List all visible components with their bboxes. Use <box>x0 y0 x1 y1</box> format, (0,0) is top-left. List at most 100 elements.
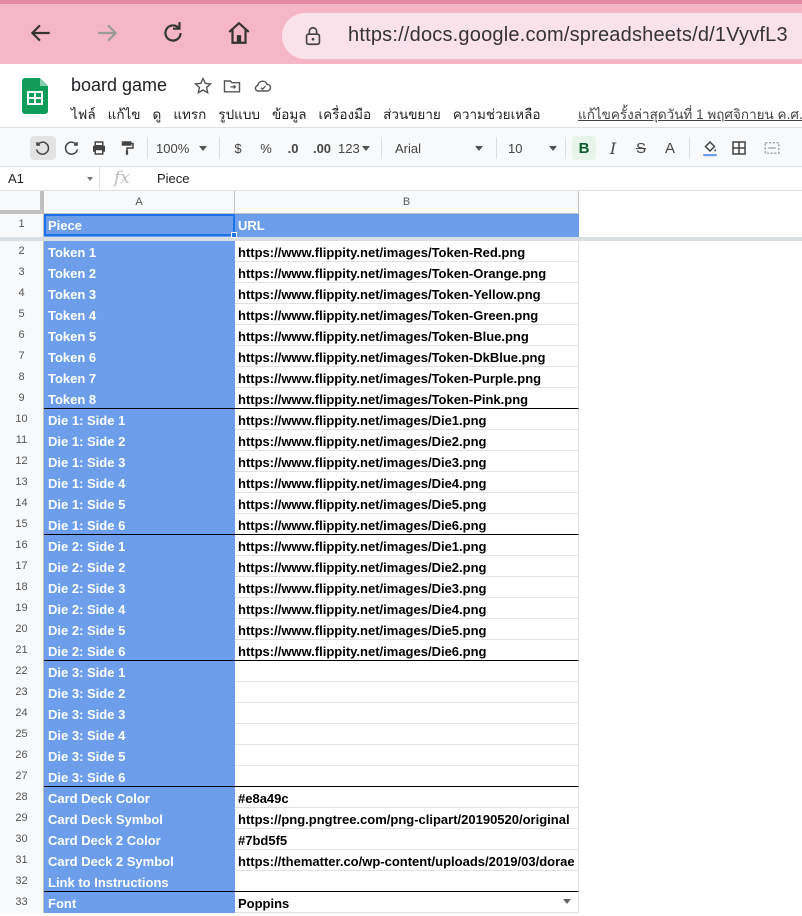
strikethrough-button[interactable]: S <box>630 136 652 160</box>
paint-format-icon[interactable] <box>114 136 140 160</box>
cell-piece[interactable]: Die 3: Side 6 <box>44 766 235 787</box>
cell-piece[interactable]: Die 3: Side 5 <box>44 745 235 766</box>
font-select[interactable]: Arial <box>395 136 485 160</box>
cell-piece[interactable]: Die 3: Side 3 <box>44 703 235 724</box>
row-number[interactable]: 24 <box>0 703 44 724</box>
decrease-decimal-button[interactable]: .0 <box>282 136 304 160</box>
star-icon[interactable] <box>193 76 213 96</box>
cell-url[interactable]: https://www.flippity.net/images/Token-Gr… <box>235 304 579 325</box>
cell-url[interactable]: https://www.flippity.net/images/Token-Re… <box>235 241 579 262</box>
cell-piece[interactable]: Die 2: Side 1 <box>44 535 235 556</box>
row-number[interactable]: 33 <box>0 892 44 913</box>
name-box[interactable]: A1 <box>0 167 100 191</box>
row-number[interactable]: 1 <box>0 214 44 237</box>
italic-button[interactable]: I <box>602 136 624 160</box>
cell-url[interactable] <box>235 703 579 724</box>
document-title[interactable]: board game <box>71 75 167 96</box>
cell-url[interactable]: https://www.flippity.net/images/Token-Dk… <box>235 346 579 367</box>
row-number[interactable]: 13 <box>0 472 44 493</box>
address-bar[interactable]: https://docs.google.com/spreadsheets/d/1… <box>282 13 802 59</box>
row-number[interactable]: 21 <box>0 640 44 661</box>
menu-view[interactable]: ดู <box>153 107 162 122</box>
cell-piece[interactable]: Die 1: Side 5 <box>44 493 235 514</box>
row-number[interactable]: 23 <box>0 682 44 703</box>
cell-piece[interactable]: Token 3 <box>44 283 235 304</box>
cell-url[interactable]: https://www.flippity.net/images/Die2.png <box>235 556 579 577</box>
cell-piece[interactable]: Card Deck 2 Symbol <box>44 850 235 871</box>
row-number[interactable]: 20 <box>0 619 44 640</box>
row-number[interactable]: 12 <box>0 451 44 472</box>
cell-piece[interactable]: Token 7 <box>44 367 235 388</box>
row-number[interactable]: 5 <box>0 304 44 325</box>
cell-piece[interactable]: Die 3: Side 2 <box>44 682 235 703</box>
font-size-select[interactable]: 10 <box>508 136 558 160</box>
row-number[interactable]: 8 <box>0 367 44 388</box>
cell-piece[interactable]: Link to Instructions <box>44 871 235 892</box>
formula-input[interactable]: Piece <box>157 171 190 186</box>
borders-icon[interactable] <box>728 136 750 160</box>
cell-url[interactable] <box>235 766 579 787</box>
print-icon[interactable] <box>86 136 112 160</box>
cell-piece[interactable]: Die 1: Side 4 <box>44 472 235 493</box>
cell-piece[interactable]: Die 1: Side 3 <box>44 451 235 472</box>
cell-url[interactable] <box>235 745 579 766</box>
cell-piece[interactable]: Card Deck Symbol <box>44 808 235 829</box>
cloud-status-icon[interactable] <box>253 76 273 96</box>
row-number[interactable]: 25 <box>0 724 44 745</box>
row-number[interactable]: 32 <box>0 871 44 892</box>
percent-format-button[interactable]: % <box>258 136 274 160</box>
row-number[interactable]: 10 <box>0 409 44 430</box>
column-header-b[interactable]: B <box>235 191 579 214</box>
currency-format-button[interactable]: $ <box>230 136 246 160</box>
home-icon[interactable] <box>224 18 254 48</box>
cell-piece[interactable]: Font <box>44 892 235 913</box>
cell-piece[interactable]: Die 2: Side 3 <box>44 577 235 598</box>
cell-url[interactable]: URL <box>235 214 579 237</box>
row-number[interactable]: 4 <box>0 283 44 304</box>
cell-piece[interactable]: Die 2: Side 5 <box>44 619 235 640</box>
cell-url[interactable]: https://www.flippity.net/images/Die6.png <box>235 640 579 661</box>
reload-icon[interactable] <box>158 18 188 48</box>
row-number[interactable]: 2 <box>0 241 44 262</box>
menu-file[interactable]: ไฟล์ <box>71 107 96 122</box>
cell-piece[interactable]: Die 1: Side 2 <box>44 430 235 451</box>
cell-url[interactable]: #7bd5f5 <box>235 829 579 850</box>
cell-piece[interactable]: Die 3: Side 1 <box>44 661 235 682</box>
row-number[interactable]: 19 <box>0 598 44 619</box>
cell-url[interactable]: https://www.flippity.net/images/Die3.png <box>235 451 579 472</box>
row-number[interactable]: 26 <box>0 745 44 766</box>
zoom-select[interactable]: 100% <box>156 136 212 160</box>
cell-url[interactable] <box>235 661 579 682</box>
row-number[interactable]: 7 <box>0 346 44 367</box>
cell-url[interactable] <box>235 871 579 892</box>
cell-piece[interactable]: Die 1: Side 1 <box>44 409 235 430</box>
cell-piece[interactable]: Die 3: Side 4 <box>44 724 235 745</box>
row-number[interactable]: 29 <box>0 808 44 829</box>
cell-url[interactable]: Poppins <box>235 892 579 913</box>
cell-piece[interactable]: Token 6 <box>44 346 235 367</box>
bold-button[interactable]: B <box>572 136 596 160</box>
forward-arrow-icon[interactable] <box>92 18 122 48</box>
cell-url[interactable]: https://www.flippity.net/images/Token-Bl… <box>235 325 579 346</box>
row-number[interactable]: 28 <box>0 787 44 808</box>
cell-url[interactable]: https://www.flippity.net/images/Die2.png <box>235 430 579 451</box>
last-edit-link[interactable]: แก้ไขครั้งล่าสุดวันที่ 1 พฤศจิกายน ค.ศ. <box>578 103 802 125</box>
row-number[interactable]: 9 <box>0 388 44 409</box>
select-all-corner[interactable] <box>0 191 44 214</box>
move-folder-icon[interactable] <box>222 76 242 96</box>
cell-url[interactable]: https://www.flippity.net/images/Die6.png <box>235 514 579 535</box>
lock-icon[interactable] <box>302 25 324 47</box>
cell-url[interactable] <box>235 724 579 745</box>
menu-extensions[interactable]: ส่วนขยาย <box>383 107 441 122</box>
frozen-row-divider[interactable] <box>0 237 802 241</box>
cell-piece[interactable]: Card Deck Color <box>44 787 235 808</box>
cell-url[interactable]: https://www.flippity.net/images/Die3.png <box>235 577 579 598</box>
row-number[interactable]: 14 <box>0 493 44 514</box>
fill-handle[interactable] <box>231 232 237 238</box>
cell-piece[interactable]: Token 5 <box>44 325 235 346</box>
column-header-a[interactable]: A <box>44 191 235 214</box>
menu-insert[interactable]: แทรก <box>173 107 206 122</box>
cell-url[interactable]: https://www.flippity.net/images/Die5.png <box>235 493 579 514</box>
cell-piece[interactable]: Token 2 <box>44 262 235 283</box>
more-formats-button[interactable]: 123 <box>338 136 372 160</box>
